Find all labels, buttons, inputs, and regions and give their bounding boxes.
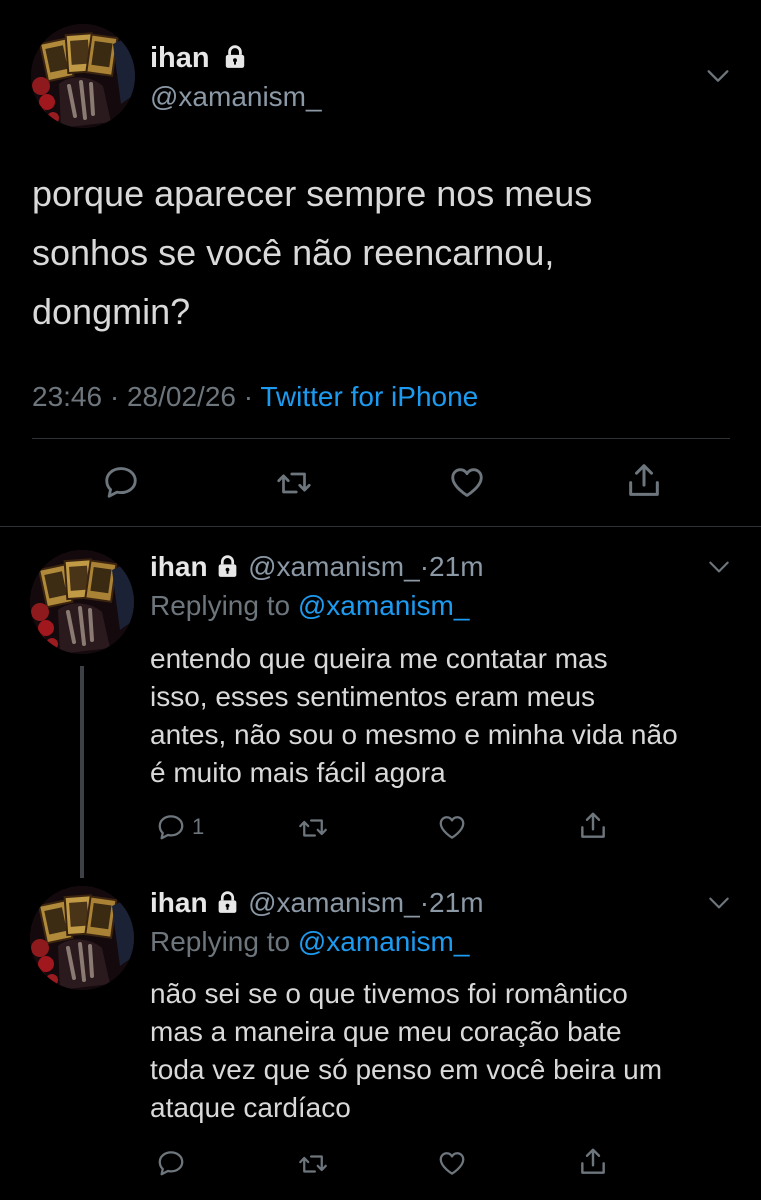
author-handle[interactable]: @xamanism_ <box>248 887 420 918</box>
reply-header: ihan @xamanism_·21m <box>150 886 484 920</box>
retweet-icon[interactable] <box>296 813 330 843</box>
avatar[interactable] <box>31 24 135 128</box>
chevron-down-icon[interactable] <box>704 62 732 90</box>
replying-to-label: Replying to <box>150 590 291 621</box>
tweet-text-line: porque aparecer sempre nos meus <box>32 173 593 214</box>
share-icon[interactable] <box>577 810 609 842</box>
avatar[interactable] <box>30 886 134 990</box>
reply-text-line: é muito mais fácil agora <box>150 757 446 788</box>
divider <box>32 438 730 439</box>
author-name[interactable]: ihan <box>150 887 208 918</box>
replying-to-link[interactable]: @xamanism_ <box>298 926 470 957</box>
tweet-source-link[interactable]: Twitter for iPhone <box>260 381 478 412</box>
meta-separator: · <box>419 551 430 582</box>
chevron-down-icon[interactable] <box>706 554 732 580</box>
tweet-text-line: dongmin? <box>32 291 191 332</box>
author-name: ihan <box>150 42 210 74</box>
reply-text-line: isso, esses sentimentos eram meus <box>150 681 596 712</box>
chevron-down-icon[interactable] <box>706 890 732 916</box>
meta-separator: · <box>109 381 120 412</box>
lock-icon <box>222 48 248 70</box>
reply-text: não sei se o que tivemos foi romântico m… <box>150 975 662 1127</box>
tweet-date: 28/02/26 <box>126 381 236 412</box>
avatar[interactable] <box>30 550 134 654</box>
like-icon[interactable] <box>437 1148 467 1178</box>
reply-time: 21m <box>429 887 484 918</box>
reply-count: 1 <box>192 814 205 839</box>
meta-separator: · <box>243 381 254 412</box>
tweet-time: 23:46 <box>32 381 103 412</box>
author-name-row[interactable]: ihan <box>150 40 248 76</box>
like-icon[interactable] <box>448 463 486 501</box>
tweet-text: porque aparecer sempre nos meus sonhos s… <box>32 164 592 341</box>
reply-text-line: ataque cardíaco <box>150 1092 351 1123</box>
reply-text-line: toda vez que só penso em você beira um <box>150 1054 663 1085</box>
share-icon[interactable] <box>624 461 664 501</box>
lock-icon <box>215 558 240 579</box>
share-icon[interactable] <box>577 1146 609 1178</box>
reply-text: entendo que queira me contatar mas isso,… <box>150 640 678 792</box>
reply-icon[interactable] <box>156 1148 186 1178</box>
retweet-icon[interactable] <box>296 1149 330 1179</box>
reply-action[interactable] <box>156 1148 192 1178</box>
reply-icon[interactable] <box>102 463 140 501</box>
reply-time: 21m <box>429 551 484 582</box>
reply-text-line: mas a maneira que meu coração bate <box>150 1016 622 1047</box>
reply-text-line: entendo que queira me contatar mas <box>150 643 608 674</box>
meta-separator: · <box>419 887 430 918</box>
replying-to: Replying to @xamanism_ <box>150 589 469 623</box>
retweet-icon[interactable] <box>274 465 314 501</box>
tweet-meta: 23:46 · 28/02/26 · Twitter for iPhone <box>32 380 478 414</box>
author-handle[interactable]: @xamanism_ <box>248 551 420 582</box>
reply-header: ihan @xamanism_·21m <box>150 550 484 584</box>
author-handle[interactable]: @xamanism_ <box>150 80 322 114</box>
tweet-text-line: sonhos se você não reencarnou, <box>32 232 555 273</box>
reply-action[interactable]: 1 <box>156 812 204 842</box>
like-icon[interactable] <box>437 812 467 842</box>
author-name[interactable]: ihan <box>150 551 208 582</box>
replying-to: Replying to @xamanism_ <box>150 925 469 959</box>
reply-icon[interactable] <box>156 812 186 842</box>
reply-text-line: antes, não sou o mesmo e minha vida não <box>150 719 678 750</box>
thread-line <box>80 666 84 878</box>
reply-text-line: não sei se o que tivemos foi romântico <box>150 978 628 1009</box>
lock-icon <box>215 894 240 915</box>
replying-to-label: Replying to <box>150 926 291 957</box>
divider <box>0 526 761 527</box>
replying-to-link[interactable]: @xamanism_ <box>298 590 470 621</box>
